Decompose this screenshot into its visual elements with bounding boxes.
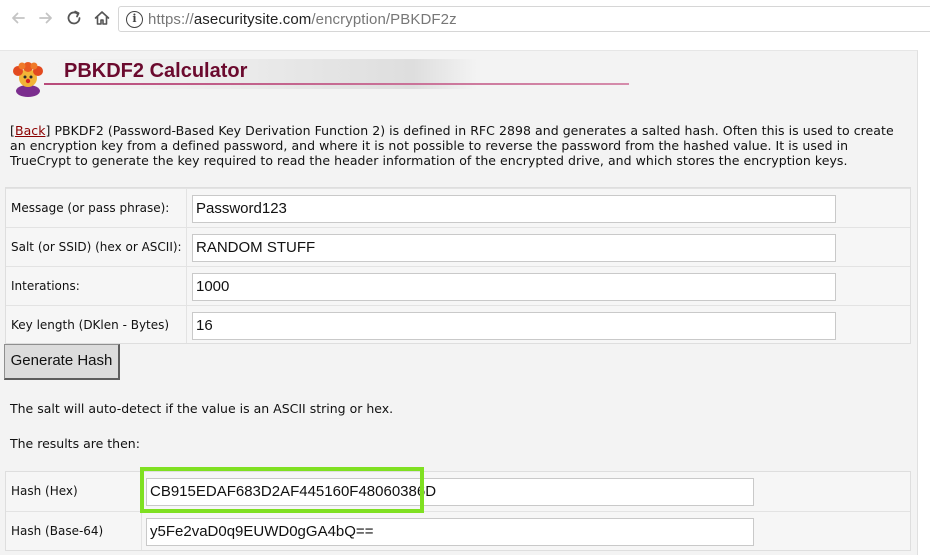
url-text[interactable]: https://asecuritysite.com/encryption/PBK… (148, 11, 457, 28)
salt-label: Salt (or SSID) (hex or ASCII): (11, 240, 182, 254)
address-bar[interactable]: i https://asecuritysite.com/encryption/P… (118, 6, 930, 32)
browser-toolbar: i https://asecuritysite.com/encryption/P… (0, 0, 930, 38)
results-note: The results are then: (10, 436, 140, 451)
results-table: Hash (Hex) CB915EDAF683D2AF445160F480603… (5, 471, 911, 551)
result-row-hex: Hash (Hex) CB915EDAF683D2AF445160F480603… (6, 472, 910, 511)
hash-base64-output[interactable]: y5Fe2vaD0q9EUWD0gGA4bQ== (146, 518, 754, 546)
salt-note: The salt will auto-detect if the value i… (10, 401, 394, 416)
intro-paragraph: [Back] PBKDF2 (Password-Based Key Deriva… (10, 123, 910, 168)
message-input[interactable]: Password123 (192, 195, 836, 223)
message-label: Message (or pass phrase): (11, 201, 170, 215)
hash-base64-label: Hash (Base-64) (11, 524, 104, 538)
back-link[interactable]: Back (15, 123, 46, 138)
input-form-table: Message (or pass phrase): Password123 Sa… (5, 187, 911, 344)
result-row-base64: Hash (Base-64) y5Fe2vaD0q9EUWD0gGA4bQ== (6, 511, 910, 550)
url-path: /encryption/PBKDF2z (311, 11, 457, 28)
page-title: PBKDF2 Calculator (64, 60, 248, 82)
iterations-input[interactable]: 1000 (192, 273, 836, 301)
hash-hex-label: Hash (Hex) (11, 484, 78, 498)
hash-hex-output[interactable]: CB915EDAF683D2AF445160F48060386D (146, 478, 754, 506)
salt-input[interactable]: RANDOM STUFF (192, 234, 836, 262)
form-row-salt: Salt (or SSID) (hex or ASCII): RANDOM ST… (6, 227, 910, 266)
site-logo (10, 60, 46, 98)
form-row-iterations: Interations: 1000 (6, 266, 910, 305)
key-length-input[interactable]: 16 (192, 312, 836, 340)
generate-hash-button[interactable]: Generate Hash (4, 344, 120, 380)
intro-text: PBKDF2 (Password-Based Key Derivation Fu… (10, 123, 894, 168)
info-icon[interactable]: i (126, 11, 143, 28)
back-arrow-icon[interactable] (7, 7, 29, 29)
reload-icon[interactable] (63, 7, 85, 29)
title-divider (44, 83, 629, 85)
page-content: PBKDF2 Calculator [Back] PBKDF2 (Passwor… (0, 50, 918, 555)
key-length-label: Key length (DKlen - Bytes) (11, 318, 170, 332)
iterations-label: Interations: (11, 279, 80, 293)
form-row-message: Message (or pass phrase): Password123 (6, 188, 910, 227)
url-scheme: https:// (148, 11, 194, 28)
form-row-key-length: Key length (DKlen - Bytes) 16 (6, 305, 910, 344)
home-icon[interactable] (91, 7, 113, 29)
forward-arrow-icon[interactable] (35, 7, 57, 29)
url-host: asecuritysite.com (193, 11, 312, 28)
